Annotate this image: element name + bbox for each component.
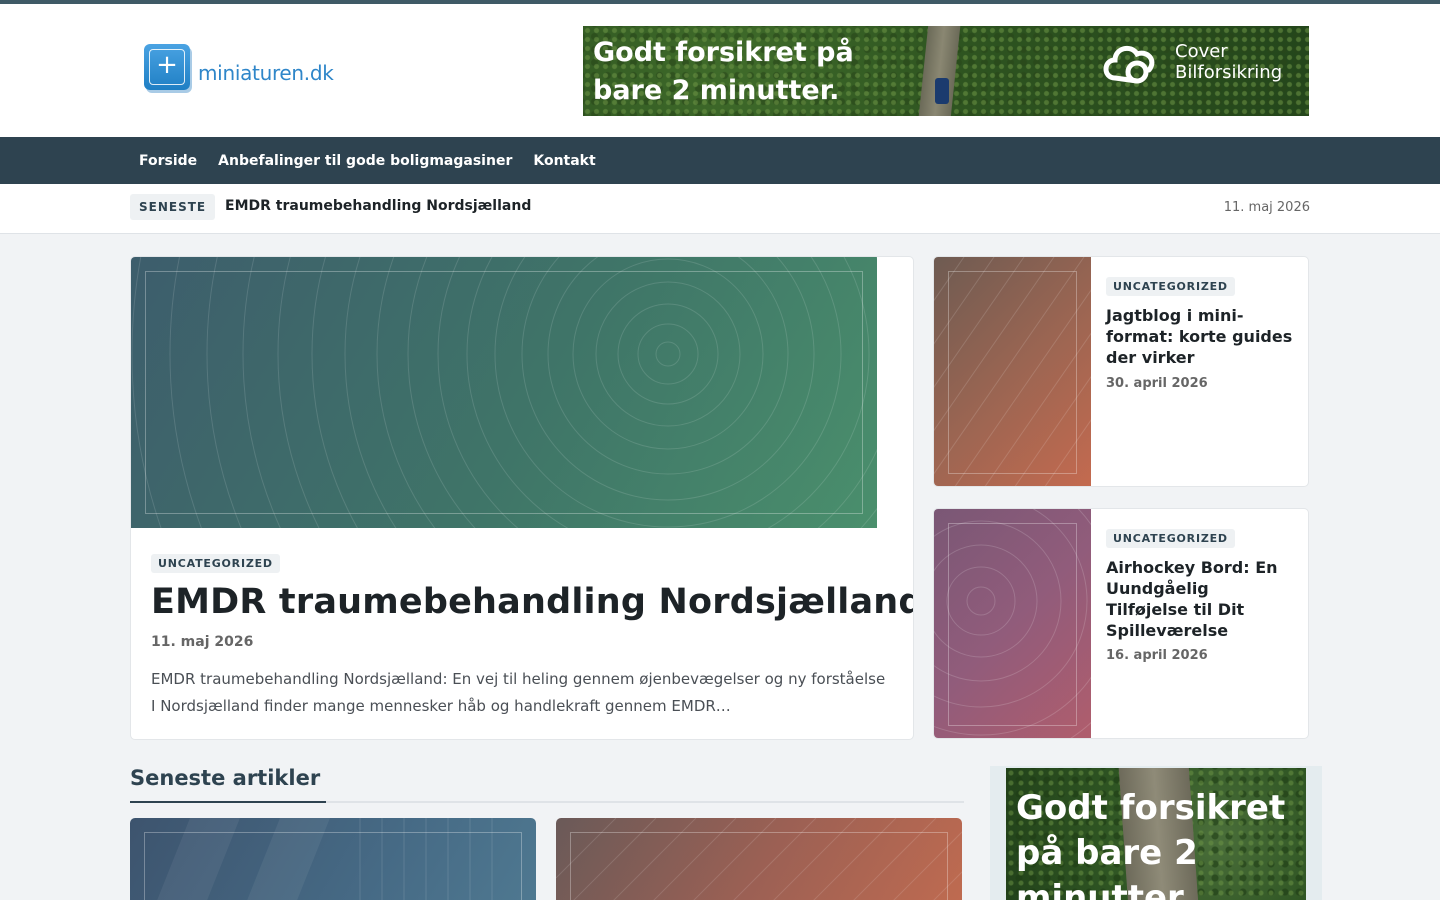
- side-post-date: 16. april 2026: [1106, 648, 1208, 663]
- featured-post-date: 11. maj 2026: [151, 634, 254, 650]
- nav-item-anbefalinger[interactable]: Anbefalinger til gode boligmagasiner: [218, 153, 512, 169]
- side-post-card[interactable]: UNCATEGORIZED Jagtblog i mini-format: ko…: [933, 256, 1309, 487]
- side-post-thumbnail[interactable]: [934, 509, 1091, 738]
- featured-post-category[interactable]: UNCATEGORIZED: [151, 554, 280, 573]
- image-frame: [145, 271, 863, 514]
- main-navigation: Forside Anbefalinger til gode boligmagas…: [0, 137, 1440, 184]
- ad-headline: Godt forsikret på bare 2 minutter.: [593, 34, 854, 110]
- ad-headline-line2: bare 2 minutter.: [593, 75, 840, 106]
- sidebar-ad-line2: på bare 2: [1016, 833, 1198, 873]
- logo-text: miniaturen.dk: [198, 61, 334, 85]
- sidebar-ad-headline: Godt forsikret på bare 2 minutter.: [1016, 786, 1285, 900]
- featured-post-excerpt: EMDR traumebehandling Nordsjælland: En v…: [151, 670, 886, 715]
- image-frame: [948, 271, 1077, 474]
- featured-post-card[interactable]: UNCATEGORIZED EMDR traumebehandling Nord…: [130, 256, 914, 740]
- ad-banner-top[interactable]: Godt forsikret på bare 2 minutter. Cover…: [583, 26, 1309, 116]
- image-frame: [570, 832, 948, 900]
- ad-car-image: [935, 78, 949, 104]
- sidebar-ad[interactable]: Godt forsikret på bare 2 minutter.: [990, 766, 1322, 900]
- ad-headline-line1: Godt forsikret på: [593, 37, 854, 68]
- side-post-title[interactable]: Jagtblog i mini-format: korte guides der…: [1106, 305, 1296, 368]
- nav-item-kontakt[interactable]: Kontakt: [533, 153, 595, 169]
- side-post-thumbnail[interactable]: [934, 257, 1091, 486]
- ad-brand-product: Bilforsikring: [1175, 62, 1283, 83]
- side-post-card[interactable]: UNCATEGORIZED Airhockey Bord: En Uundgåe…: [933, 508, 1309, 739]
- featured-post-image[interactable]: [131, 257, 877, 528]
- ad-brand-name: Cover: [1175, 41, 1228, 62]
- sidebar-ad-line1: Godt forsikret: [1016, 788, 1286, 828]
- latest-articles-heading: Seneste artikler: [130, 766, 321, 790]
- ad-fine-print: [1105, 92, 1295, 108]
- ad-brand: Cover Bilforsikring: [1101, 38, 1282, 86]
- side-post-category[interactable]: UNCATEGORIZED: [1106, 277, 1235, 296]
- cover-logo-icon: [1101, 38, 1161, 86]
- nav-item-forside[interactable]: Forside: [139, 153, 197, 169]
- latest-ticker: SENESTE EMDR traumebehandling Nordsjælla…: [0, 184, 1440, 234]
- section-divider: [130, 801, 964, 803]
- side-post-date: 30. april 2026: [1106, 376, 1208, 391]
- side-post-title[interactable]: Airhockey Bord: En Uundgåelig Tilføjelse…: [1106, 557, 1296, 641]
- side-post-category[interactable]: UNCATEGORIZED: [1106, 529, 1235, 548]
- latest-article-thumbnail[interactable]: [130, 818, 536, 900]
- site-logo[interactable]: + miniaturen.dk: [144, 44, 334, 90]
- featured-post-title[interactable]: EMDR traumebehandling Nordsjælland: [151, 582, 913, 622]
- image-frame: [948, 523, 1077, 726]
- sidebar-ad-image[interactable]: Godt forsikret på bare 2 minutter.: [1006, 768, 1306, 900]
- ticker-headline-link[interactable]: EMDR traumebehandling Nordsjælland: [225, 198, 531, 214]
- ticker-date: 11. maj 2026: [1223, 200, 1310, 215]
- latest-article-thumbnail[interactable]: [556, 818, 962, 900]
- sidebar-ad-line3: minutter.: [1016, 878, 1192, 900]
- image-frame: [144, 832, 522, 900]
- site-header: + miniaturen.dk Godt forsikret på bare 2…: [0, 4, 1440, 137]
- ticker-badge: SENESTE: [130, 194, 216, 220]
- logo-plus-icon: +: [144, 44, 190, 90]
